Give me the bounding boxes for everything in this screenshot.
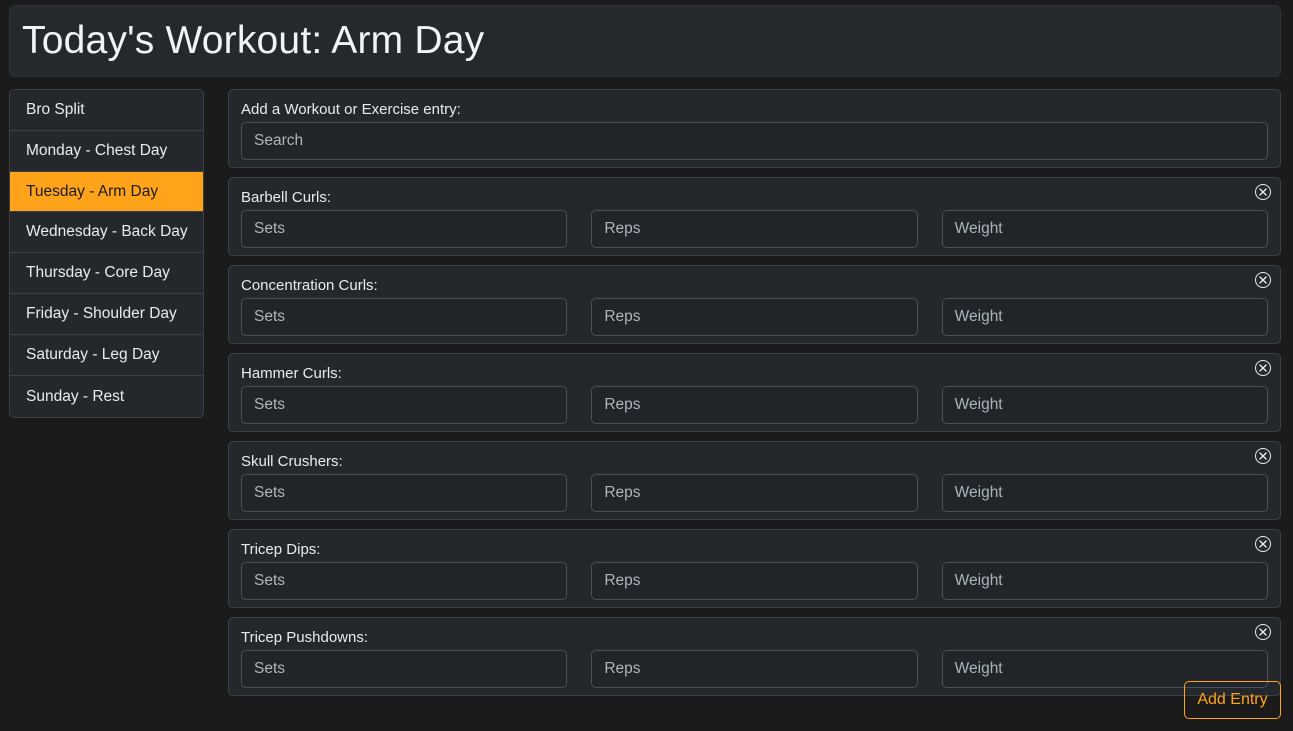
exercise-card: Barbell Curls: Sets Reps Weight	[228, 177, 1281, 256]
sets-input[interactable]: Sets	[241, 562, 568, 600]
exercise-name: Skull Crushers:	[241, 453, 343, 470]
sidebar-item-wednesday[interactable]: Wednesday - Back Day	[10, 212, 203, 253]
search-input[interactable]	[241, 122, 1268, 160]
sidebar-item-friday[interactable]: Friday - Shoulder Day	[10, 294, 203, 335]
reps-input[interactable]: Reps	[591, 386, 918, 424]
sets-input[interactable]: Sets	[241, 650, 568, 688]
sidebar-item-sunday[interactable]: Sunday - Rest	[10, 376, 203, 417]
exercise-name: Tricep Dips:	[241, 541, 321, 558]
reps-input[interactable]: Reps	[591, 650, 918, 688]
exercise-card: Tricep Pushdowns: Sets Reps Weight	[228, 617, 1281, 696]
exercise-name: Hammer Curls:	[241, 365, 342, 382]
page-header: Today's Workout: Arm Day	[9, 5, 1281, 77]
sidebar-item-bro-split[interactable]: Bro Split	[10, 90, 203, 131]
sidebar-item-tuesday[interactable]: Tuesday - Arm Day	[10, 172, 203, 212]
sets-input[interactable]: Sets	[241, 474, 568, 512]
reps-input[interactable]: Reps	[591, 474, 918, 512]
weight-input[interactable]: Weight	[941, 298, 1268, 336]
main-content: Add a Workout or Exercise entry: Barbell…	[228, 89, 1281, 705]
sidebar-item-saturday[interactable]: Saturday - Leg Day	[10, 335, 203, 376]
exercise-card: Skull Crushers: Sets Reps Weight	[228, 441, 1281, 520]
exercise-name: Barbell Curls:	[241, 189, 332, 206]
close-circle-icon[interactable]	[1255, 360, 1271, 376]
sets-input[interactable]: Sets	[241, 210, 568, 248]
exercise-card: Hammer Curls: Sets Reps Weight	[228, 353, 1281, 432]
sets-input[interactable]: Sets	[241, 298, 568, 336]
weight-input[interactable]: Weight	[941, 562, 1268, 600]
reps-input[interactable]: Reps	[591, 210, 918, 248]
exercise-card: Tricep Dips: Sets Reps Weight	[228, 529, 1281, 608]
exercise-name: Concentration Curls:	[241, 277, 378, 294]
exercise-name: Tricep Pushdowns:	[241, 629, 369, 646]
sidebar-item-monday[interactable]: Monday - Chest Day	[10, 131, 203, 172]
weight-input[interactable]: Weight	[941, 474, 1268, 512]
reps-input[interactable]: Reps	[591, 562, 918, 600]
weight-input[interactable]: Weight	[941, 386, 1268, 424]
close-circle-icon[interactable]	[1255, 272, 1271, 288]
close-circle-icon[interactable]	[1255, 448, 1271, 464]
close-circle-icon[interactable]	[1255, 536, 1271, 552]
sidebar-item-thursday[interactable]: Thursday - Core Day	[10, 253, 203, 294]
sidebar: Bro Split Monday - Chest Day Tuesday - A…	[9, 89, 204, 418]
search-card: Add a Workout or Exercise entry:	[228, 89, 1281, 168]
add-entry-button[interactable]: Add Entry	[1184, 681, 1281, 719]
weight-input[interactable]: Weight	[941, 210, 1268, 248]
close-circle-icon[interactable]	[1255, 184, 1271, 200]
sets-input[interactable]: Sets	[241, 386, 568, 424]
close-circle-icon[interactable]	[1255, 624, 1271, 640]
reps-input[interactable]: Reps	[591, 298, 918, 336]
page-title: Today's Workout: Arm Day	[22, 19, 485, 62]
search-label: Add a Workout or Exercise entry:	[241, 101, 461, 118]
exercise-card: Concentration Curls: Sets Reps Weight	[228, 265, 1281, 344]
